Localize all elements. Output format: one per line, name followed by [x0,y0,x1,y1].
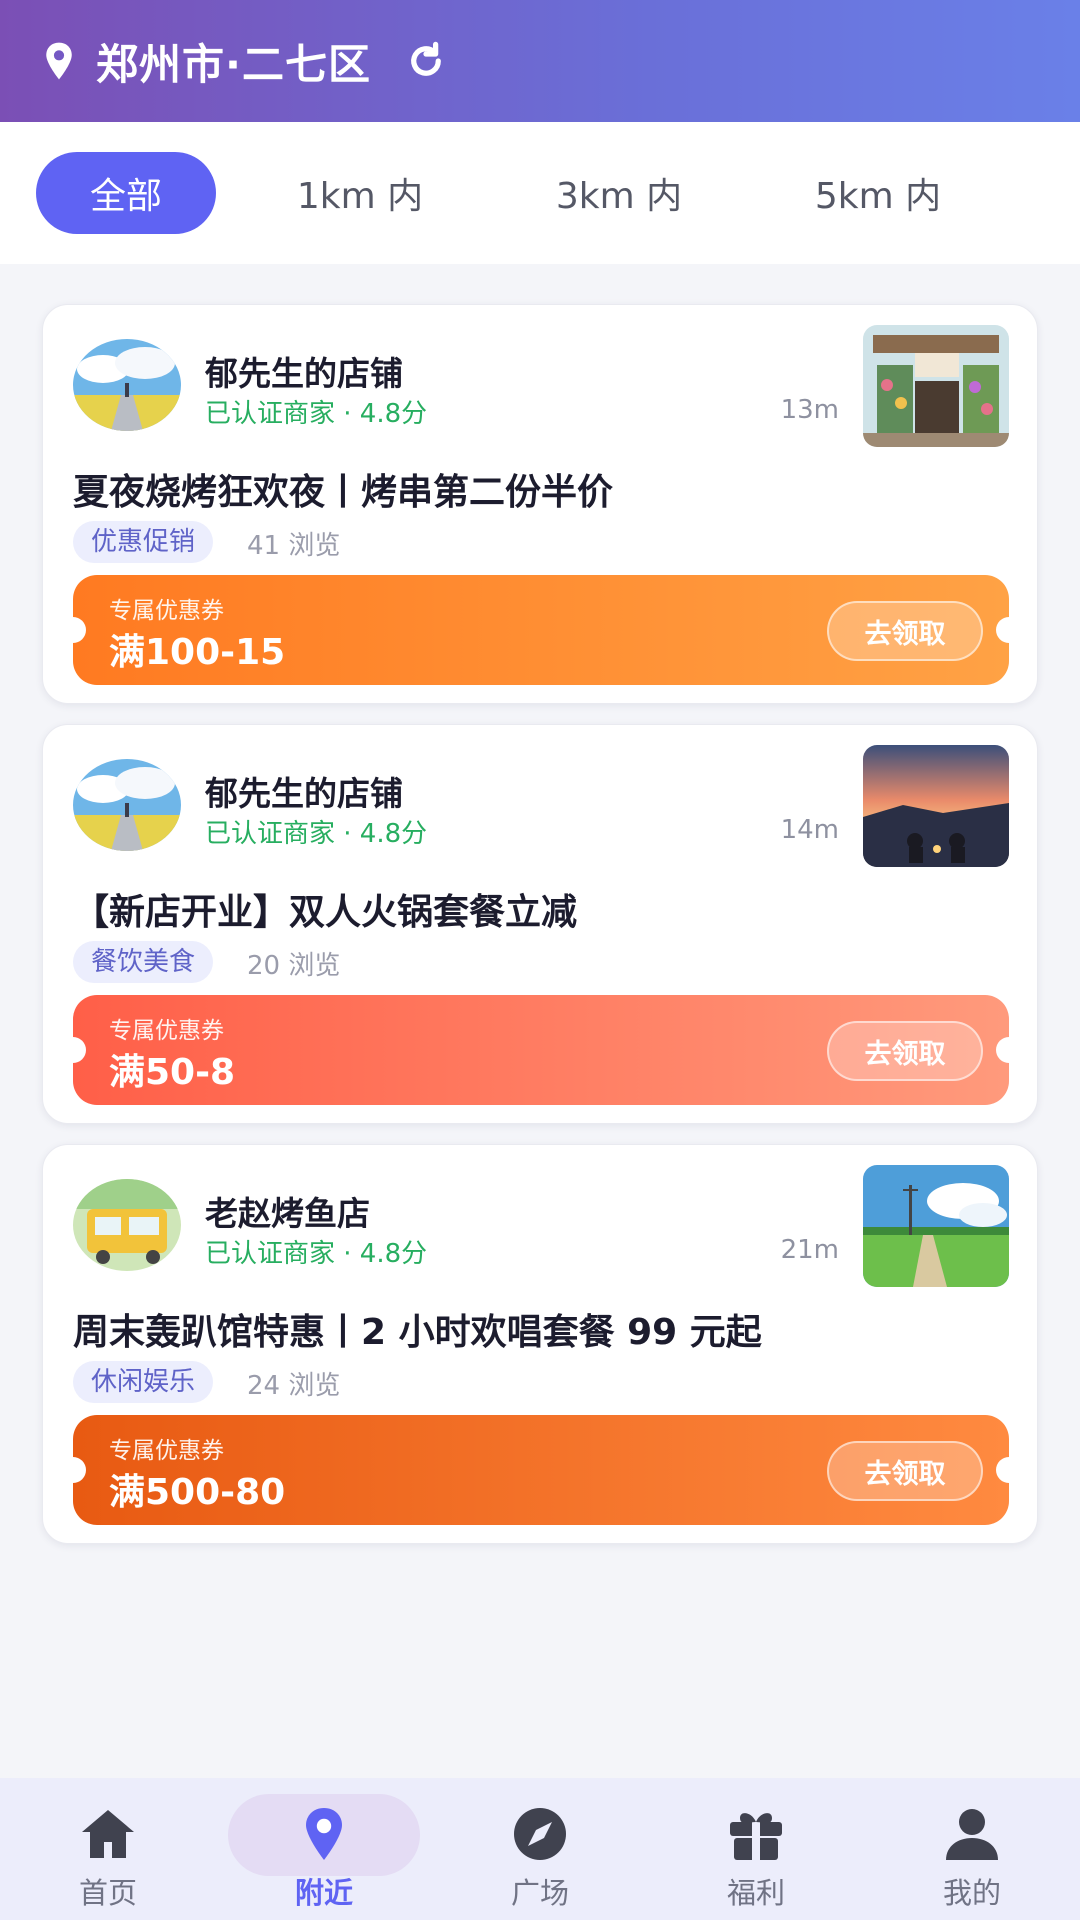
coupon-banner: 专属优惠券 满100-15 去领取 [73,575,1009,685]
shop-name[interactable]: 老赵烤鱼店 [205,1187,370,1235]
shop-name[interactable]: 郁先生的店铺 [205,347,403,395]
deal-thumbnail[interactable] [863,325,1009,447]
nav-label: 福利 [726,1876,785,1910]
distance-filter-bar: 全部 1km 内 3km 内 5km 内 [0,122,1080,264]
home-icon [82,1810,134,1858]
nav-item-nearby[interactable]: 附近 [224,1778,424,1920]
view-count: 20 浏览 [247,951,341,981]
coupon-label: 专属优惠券 [109,598,224,624]
coupon-notch [996,617,1009,643]
view-count: 41 浏览 [247,531,341,561]
verified-rating: 已认证商家 · 4.8分 [205,819,428,849]
gift-icon [730,1813,782,1860]
shop-avatar [73,339,181,431]
current-location[interactable]: 郑州市·二七区 [96,31,371,92]
coupon-banner: 专属优惠券 满50-8 去领取 [73,995,1009,1105]
nav-item-profile[interactable]: 我的 [872,1778,1072,1920]
distance: 13m [780,395,839,425]
deal-card[interactable]: 老赵烤鱼店 已认证商家 · 4.8分 21m 周末轰趴馆特惠丨2 小时欢唱套餐 … [42,1144,1038,1544]
deal-thumbnail[interactable] [863,745,1009,867]
deal-title[interactable]: 【新店开业】双人火锅套餐立减 [73,883,577,935]
distance: 14m [780,815,839,845]
verified-rating: 已认证商家 · 4.8分 [205,1239,428,1269]
nav-item-plaza[interactable]: 广场 [440,1778,640,1920]
shop-name[interactable]: 郁先生的店铺 [205,767,403,815]
deal-title[interactable]: 周末轰趴馆特惠丨2 小时欢唱套餐 99 元起 [73,1303,762,1355]
coupon-banner: 专属优惠券 满500-80 去领取 [73,1415,1009,1525]
category-tag: 休闲娱乐 [73,1361,214,1403]
coupon-label: 专属优惠券 [109,1438,224,1464]
nav-item-home[interactable]: 首页 [8,1778,208,1920]
nav-label: 首页 [78,1876,137,1910]
coupon-notch [73,617,86,643]
view-count: 24 浏览 [247,1371,341,1401]
nav-label: 我的 [942,1876,1001,1910]
deal-title[interactable]: 夏夜烧烤狂欢夜丨烤串第二份半价 [73,463,613,515]
claim-coupon-button[interactable]: 去领取 [827,1021,983,1081]
user-icon [946,1809,998,1860]
nav-label: 广场 [510,1876,569,1910]
filter-tab-1km[interactable]: 1km 内 [270,152,450,234]
filter-tab-all[interactable]: 全部 [36,152,216,234]
coupon-value: 满50-8 [109,1052,236,1093]
coupon-value: 满100-15 [109,632,286,673]
coupon-label: 专属优惠券 [109,1018,224,1044]
coupon-notch [73,1457,86,1483]
coupon-notch [996,1037,1009,1063]
filter-tab-5km[interactable]: 5km 内 [788,152,968,234]
category-tag: 优惠促销 [73,521,214,563]
location-pin-icon [306,1808,342,1860]
coupon-notch [73,1037,86,1063]
refresh-icon[interactable] [405,40,447,82]
coupon-value: 满500-80 [109,1472,286,1513]
deal-card[interactable]: 郁先生的店铺 已认证商家 · 4.8分 13m 夏夜烧烤狂欢夜丨烤串第二份半价 … [42,304,1038,704]
nav-label: 附近 [294,1876,353,1910]
claim-coupon-button[interactable]: 去领取 [827,1441,983,1501]
bottom-nav: 首页 附近 广场 福利 我的 [0,1778,1080,1920]
header-bar: 郑州市·二七区 [0,0,1080,122]
nav-item-benefits[interactable]: 福利 [656,1778,856,1920]
distance: 21m [780,1235,839,1265]
filter-tab-3km[interactable]: 3km 内 [529,152,709,234]
location-pin-icon [46,42,72,80]
deal-card[interactable]: 郁先生的店铺 已认证商家 · 4.8分 14m 【新店开业】双人火锅套餐立减 餐… [42,724,1038,1124]
shop-avatar [73,1179,181,1271]
compass-icon [514,1808,566,1860]
deal-thumbnail[interactable] [863,1165,1009,1287]
shop-avatar [73,759,181,851]
category-tag: 餐饮美食 [73,941,214,983]
coupon-notch [996,1457,1009,1483]
verified-rating: 已认证商家 · 4.8分 [205,399,428,429]
claim-coupon-button[interactable]: 去领取 [827,601,983,661]
